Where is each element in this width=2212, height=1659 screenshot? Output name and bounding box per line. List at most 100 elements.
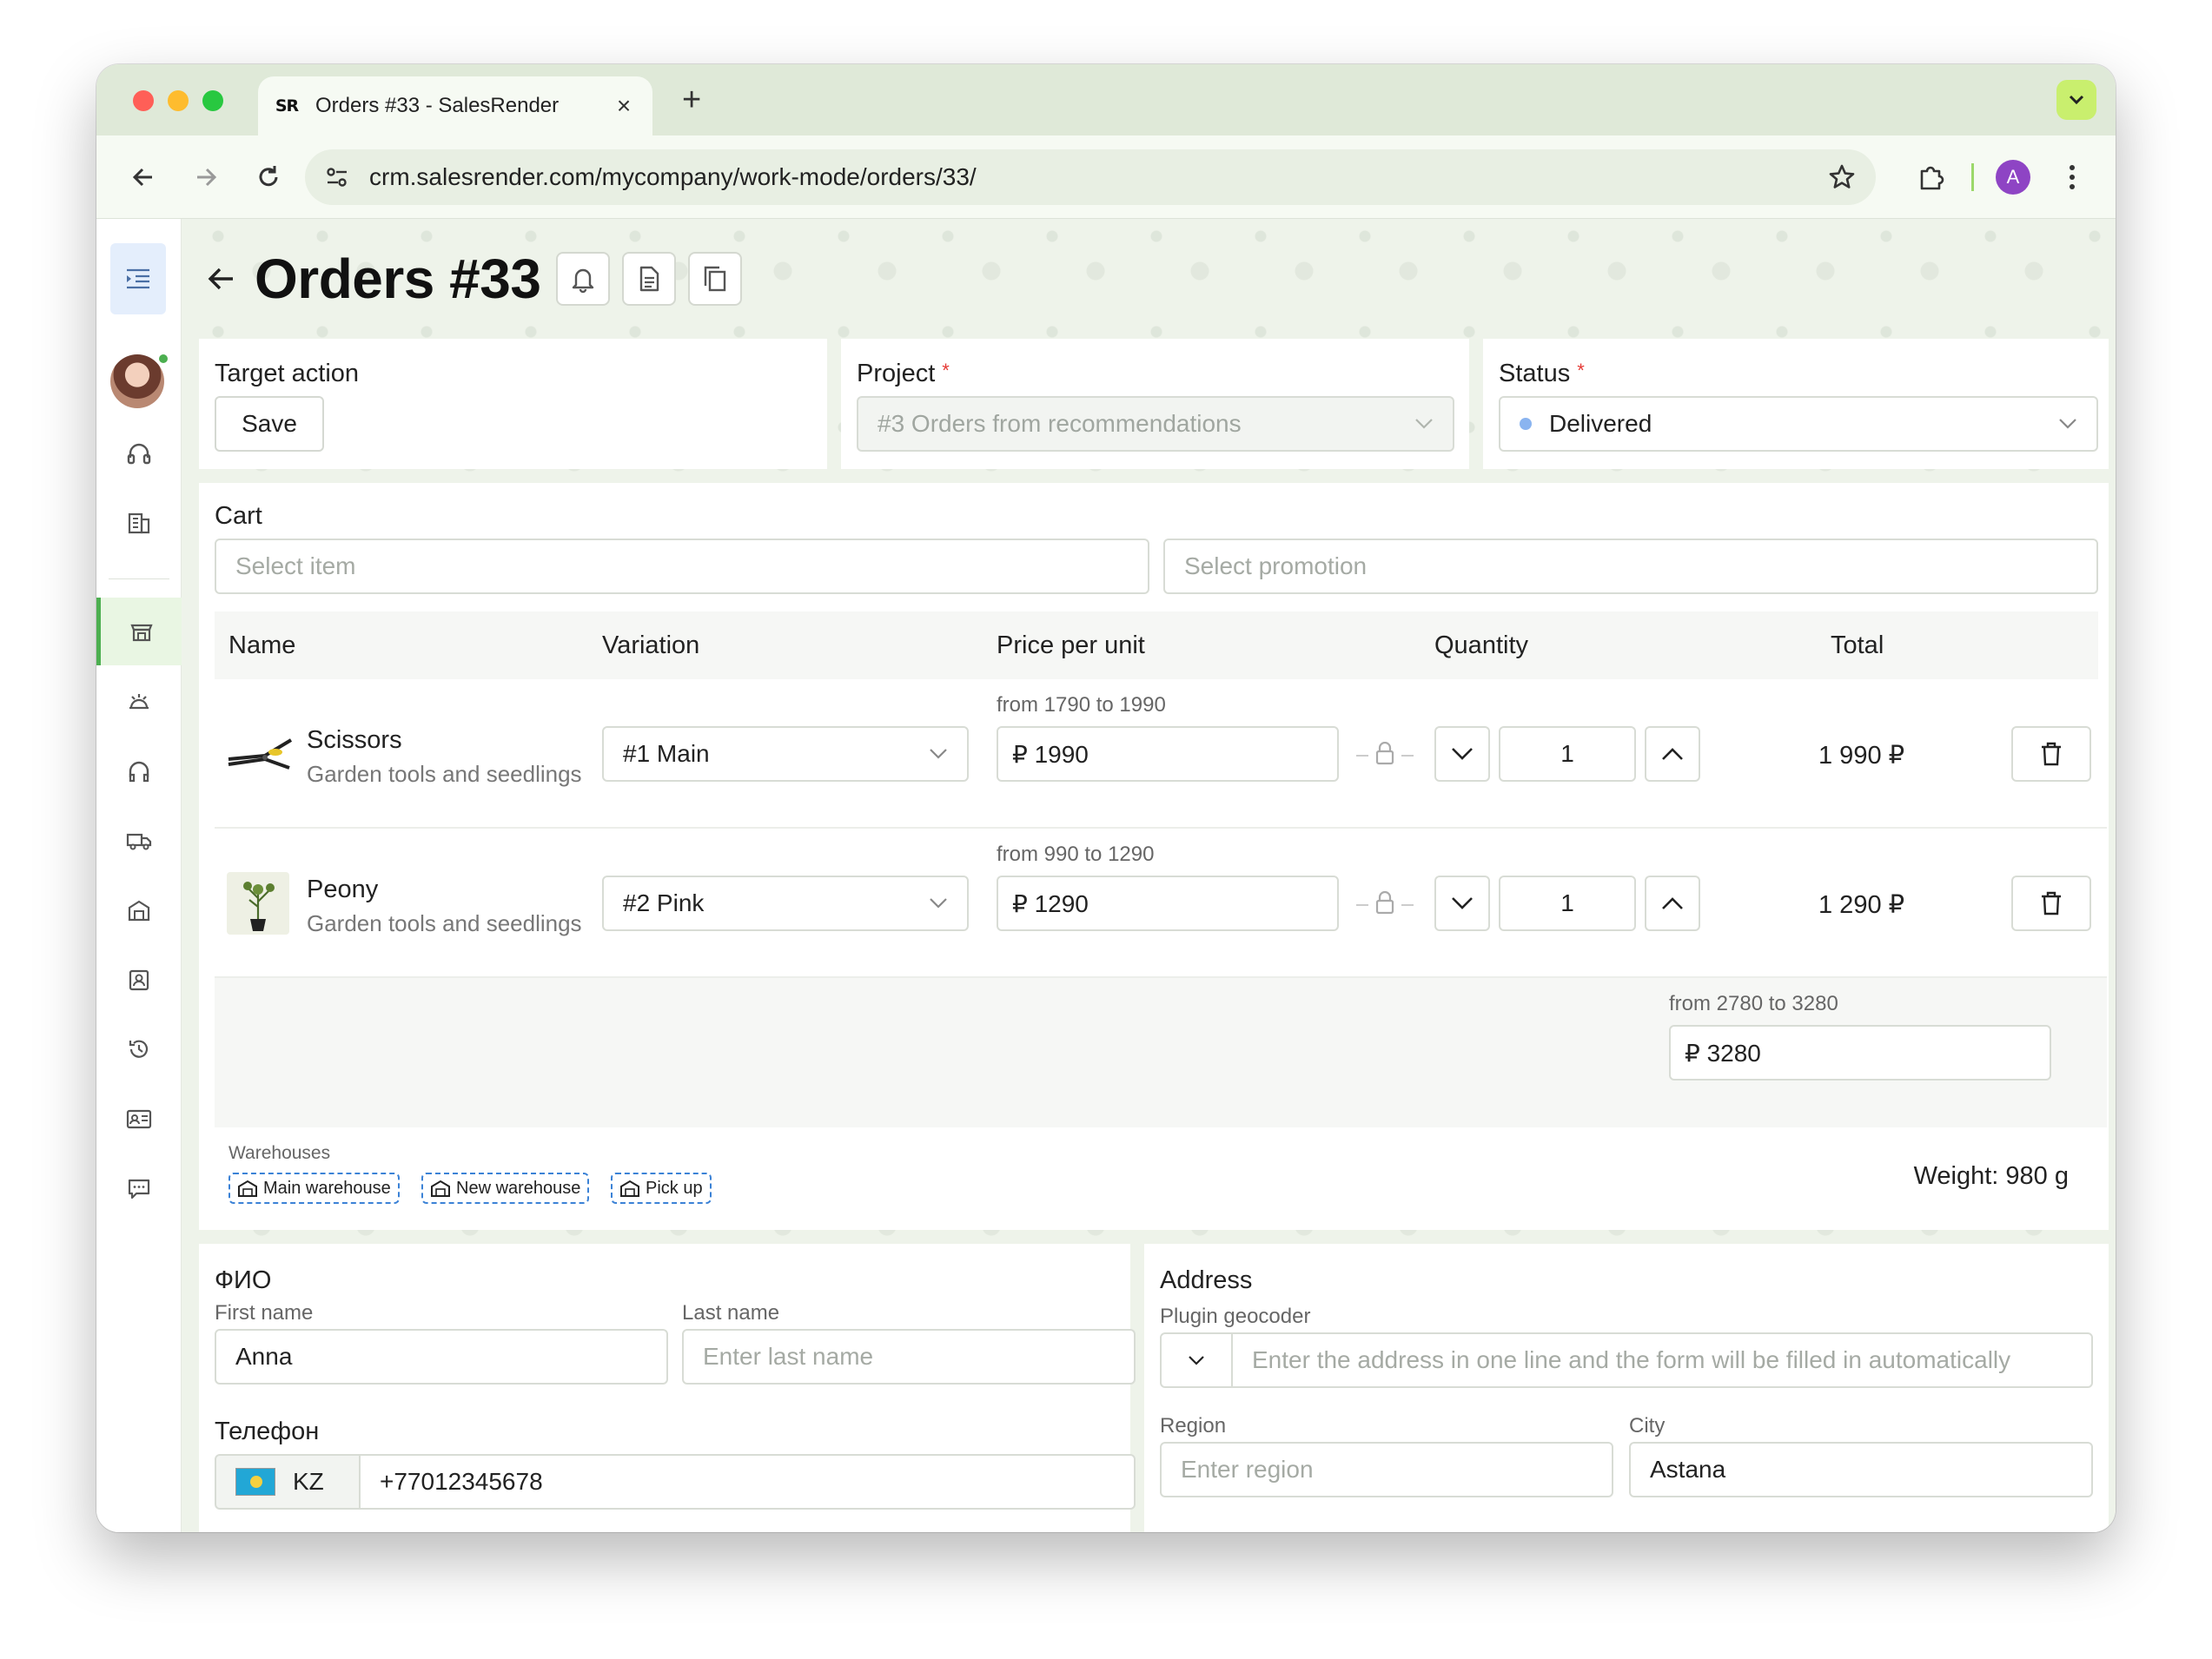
document-icon [640,266,659,292]
summary-price-range: from 2780 to 3280 [1669,992,1838,1015]
extensions-button[interactable] [1911,156,1952,198]
truck-icon [126,833,152,850]
close-window-button[interactable] [133,90,154,111]
region-input[interactable]: Enter region [1160,1442,1613,1497]
region-label: Region [1160,1414,1227,1438]
warehouse-chip[interactable]: Main warehouse [228,1173,400,1204]
document-button[interactable] [622,252,677,306]
price-lock-button[interactable] [1354,891,1415,915]
delete-row-button[interactable] [2011,876,2091,931]
kebab-menu-icon [2070,165,2075,189]
page-title: Orders #33 [255,248,541,310]
variation-value: #1 Main [623,740,710,767]
row-total: 1 990 ₽ [1818,742,1905,770]
robot-icon [129,694,149,710]
history-icon [129,1040,149,1058]
browser-menu-button[interactable] [2051,156,2093,198]
notification-button[interactable] [556,252,611,306]
status-select[interactable]: Delivered [1499,396,2098,452]
increase-quantity-button[interactable] [1645,726,1700,782]
cart-weight: Weight: 980 g [1913,1162,2069,1190]
sidebar-item-contacts[interactable] [96,954,182,1006]
lock-icon [1356,891,1414,915]
sidebar-toggle-button[interactable] [110,243,166,314]
sidebar-item-bots[interactable] [96,676,182,728]
chevron-down-icon [2069,95,2084,105]
sidebar-item-company[interactable] [96,497,182,549]
arrow-right-icon [197,168,217,187]
sidebar-item-support[interactable] [96,745,182,797]
quantity-input[interactable]: 1 [1499,876,1636,931]
warehouse-icon [620,1180,639,1197]
geocoder-dropdown-button[interactable] [1160,1332,1233,1388]
decrease-quantity-button[interactable] [1434,726,1490,782]
quantity-input[interactable]: 1 [1499,726,1636,782]
last-name-input[interactable]: Enter last name [682,1329,1136,1385]
column-header-variation: Variation [602,631,700,659]
sidebar-item-employees[interactable] [96,1093,182,1145]
browser-tab[interactable]: SR Orders #33 - SalesRender × [258,76,652,135]
chevron-up-icon [1662,897,1683,909]
tab-bar: SR Orders #33 - SalesRender × + [96,64,2116,135]
price-input[interactable]: ₽ 1290 [997,876,1339,931]
sidebar-item-chats[interactable] [96,1162,182,1214]
reload-button[interactable] [248,156,289,198]
cart-label: Cart [215,502,262,530]
tab-close-icon[interactable]: × [611,92,637,120]
minimize-window-button[interactable] [168,90,189,111]
phone-input[interactable]: +77012345678 [359,1454,1136,1510]
warehouse-chip[interactable]: Pick up [611,1173,712,1204]
user-avatar[interactable] [110,354,164,408]
variation-select[interactable]: #2 Pink [602,876,969,931]
city-input[interactable]: Astana [1629,1442,2093,1497]
product-category: Garden tools and seedlings [307,761,582,787]
maximize-window-button[interactable] [202,90,223,111]
cart-card: Cart Select item Select promotion Name V… [199,483,2109,1230]
app-area: Orders #33 Target action Save Project * #… [96,219,2116,1532]
chevron-down-icon [1189,1356,1204,1365]
select-promotion-input[interactable]: Select promotion [1163,539,2098,594]
copy-button[interactable] [688,252,743,306]
sidebar-item-calls[interactable] [96,427,182,479]
variation-value: #2 Pink [623,889,705,916]
sidebar-item-warehouses[interactable] [96,884,182,936]
menu-indent-icon [127,268,149,289]
scissors-product-image [228,738,293,770]
chevron-down-icon [1452,748,1473,760]
forward-button[interactable] [185,156,227,198]
select-item-input[interactable]: Select item [215,539,1149,594]
profile-avatar[interactable]: A [1996,160,2030,195]
bookmark-star-icon[interactable] [1827,162,1857,192]
sidebar-item-orders[interactable] [96,598,182,665]
sidebar-item-delivery[interactable] [96,815,182,867]
puzzle-icon [1920,166,1944,190]
back-button[interactable] [123,156,164,198]
trash-icon [2042,742,2061,766]
sidebar-item-history[interactable] [96,1023,182,1075]
fio-label: ФИО [215,1266,272,1294]
column-header-total: Total [1831,631,1884,659]
warehouse-chip[interactable]: New warehouse [421,1173,590,1204]
geocoder-input[interactable]: Enter the address in one line and the fo… [1231,1332,2093,1388]
address-bar[interactable]: crm.salesrender.com/mycompany/work-mode/… [305,149,1876,205]
save-button[interactable]: Save [215,396,324,452]
summary-price-input[interactable]: ₽ 3280 [1669,1025,2051,1081]
id-card-icon [126,1109,152,1129]
price-lock-button[interactable] [1354,742,1415,766]
phone-country-select[interactable]: KZ [215,1454,361,1510]
warehouse-icon [431,1180,450,1197]
address-label: Address [1160,1266,1253,1294]
decrease-quantity-button[interactable] [1434,876,1490,931]
project-select[interactable]: #3 Orders from recommendations [857,396,1454,452]
increase-quantity-button[interactable] [1645,876,1700,931]
delete-row-button[interactable] [2011,726,2091,782]
first-name-input[interactable]: Anna [215,1329,668,1385]
variation-select[interactable]: #1 Main [602,726,969,782]
back-to-list-button[interactable] [199,257,242,301]
product-name: Scissors [307,726,402,754]
tab-search-button[interactable] [2056,80,2096,120]
price-input[interactable]: ₽ 1990 [997,726,1339,782]
required-marker: * [1577,360,1585,381]
column-header-quantity: Quantity [1434,631,1528,659]
new-tab-button[interactable]: + [682,82,701,119]
